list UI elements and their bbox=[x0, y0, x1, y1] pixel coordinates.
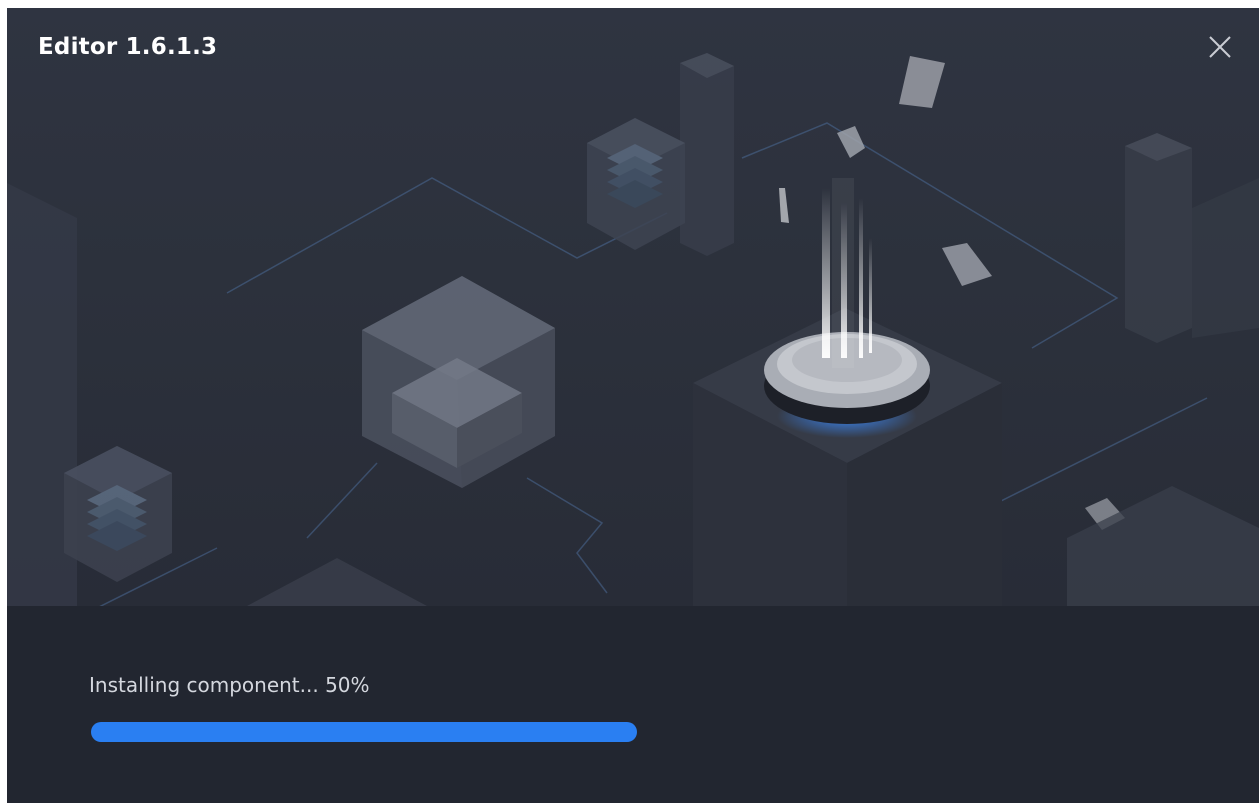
progress-bar bbox=[91, 722, 637, 742]
install-status-panel: Installing component... 50% bbox=[7, 606, 1259, 803]
progress-bar-fill bbox=[91, 722, 637, 742]
close-button[interactable] bbox=[1205, 32, 1235, 62]
window-title: Editor 1.6.1.3 bbox=[38, 34, 218, 60]
installer-window: Editor 1.6.1.3 Installing component... 5… bbox=[7, 8, 1259, 803]
isometric-scene-graphic bbox=[7, 53, 1259, 606]
close-icon[interactable] bbox=[1205, 32, 1235, 62]
hero-illustration: Editor 1.6.1.3 bbox=[7, 8, 1259, 606]
install-status-text: Installing component... 50% bbox=[89, 673, 370, 697]
